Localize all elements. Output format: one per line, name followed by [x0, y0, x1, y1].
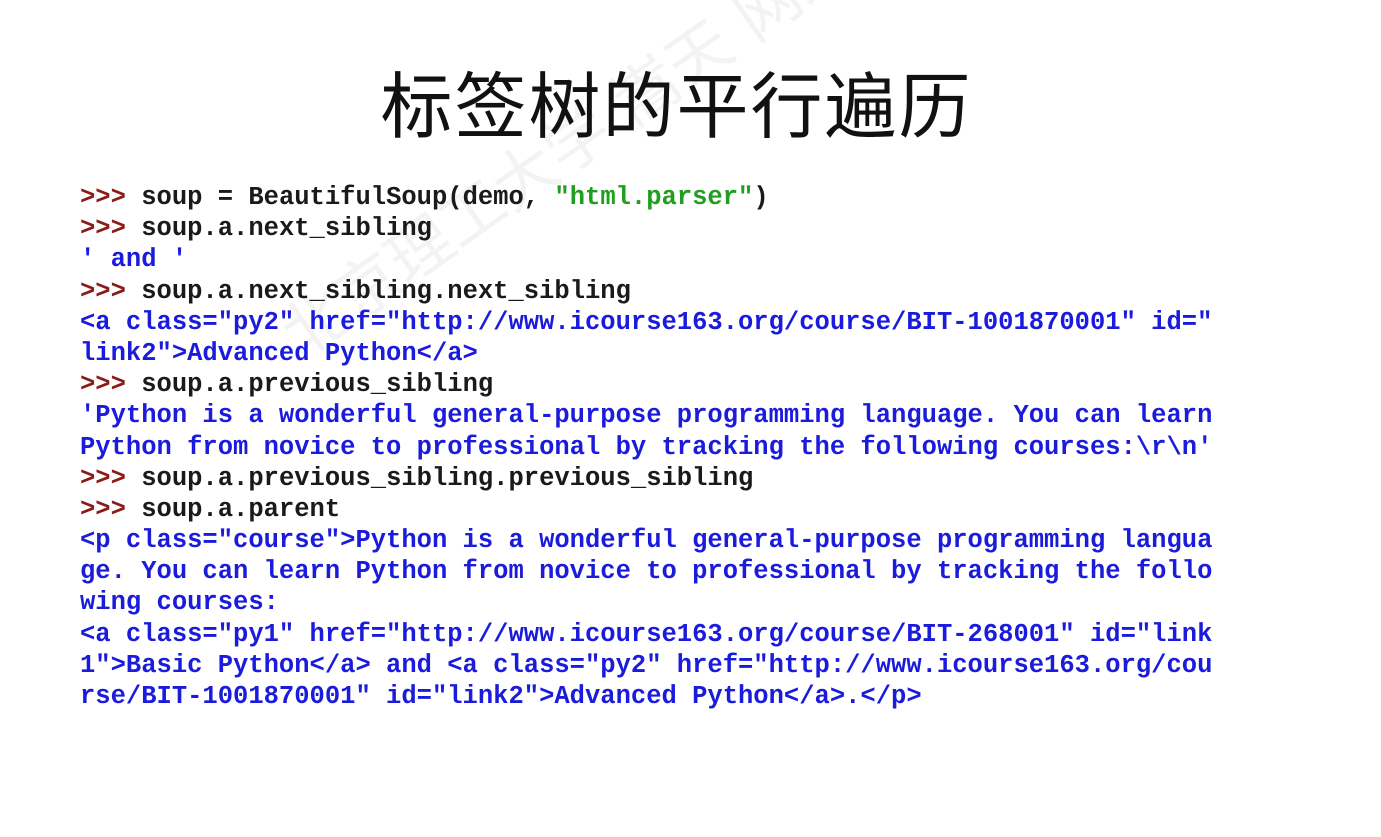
code-line-output: ge. You can learn Python from novice to … — [80, 557, 1213, 587]
code-line-input: >>> soup.a.parent — [80, 494, 1280, 525]
code-line-output: rse/BIT-1001870001" id="link2">Advanced … — [80, 682, 922, 711]
prompt-marker: >>> — [80, 183, 126, 212]
code-line-input: >>> soup.a.next_sibling.next_sibling — [80, 276, 1280, 307]
code-line-output: <a class="py1" href="http://www.icourse1… — [80, 619, 1213, 649]
code-line-output: wing courses: — [80, 588, 279, 618]
prompt-marker: >>> — [80, 370, 126, 400]
prompt-marker: >>> — [80, 276, 126, 306]
code-line-output: link2">Advanced Python</a> — [80, 338, 478, 368]
code-line-output: 'Python is a wonderful general-purpose p… — [80, 401, 1213, 431]
code-line-output: <p class="course">Python is a wonderful … — [80, 526, 1213, 556]
code-line-input: >>> soup.a.next_sibling — [80, 213, 1280, 244]
code-line-output: Python from novice to professional by tr… — [80, 432, 1213, 462]
command-text: soup.a.previous_sibling.previous_sibling — [125, 463, 754, 493]
code-line-output: ' and ' — [80, 245, 188, 275]
prompt-marker: >>> — [80, 463, 126, 493]
command-tail: ) — [753, 183, 769, 212]
command-text: soup.a.parent — [125, 494, 341, 524]
command-text: soup.a.next_sibling — [125, 214, 432, 244]
prompt-marker: >>> — [80, 214, 126, 244]
string-literal: "html.parser" — [554, 183, 754, 212]
code-line-input: >>> soup.a.previous_sibling — [80, 369, 1280, 400]
code-line-output: 1">Basic Python</a> and <a class="py2" h… — [80, 650, 1213, 680]
slide-title: 标签树的平行遍历 — [380, 65, 973, 149]
code-line-input: >>> soup = BeautifulSoup(demo, "html.par… — [80, 182, 1280, 213]
code-block: >>> soup = BeautifulSoup(demo, "html.par… — [80, 182, 1280, 712]
command-text: soup = BeautifulSoup(demo, — [125, 183, 555, 212]
command-text: soup.a.next_sibling.next_sibling — [125, 276, 631, 306]
prompt-marker: >>> — [80, 494, 126, 524]
code-line-input: >>> soup.a.previous_sibling.previous_sib… — [80, 463, 1280, 494]
command-text: soup.a.previous_sibling — [125, 370, 494, 400]
code-line-output: <a class="py2" href="http://www.icourse1… — [80, 307, 1213, 337]
